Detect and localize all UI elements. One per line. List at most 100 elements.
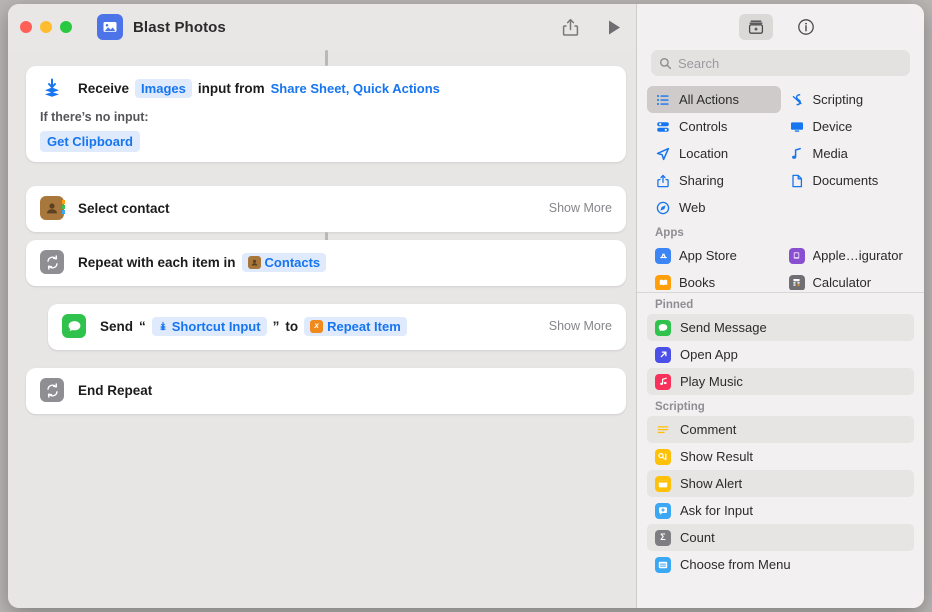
- app-label: Books: [679, 275, 716, 290]
- sidebar-toolbar: [637, 4, 924, 50]
- token-images[interactable]: Images: [135, 78, 192, 98]
- list-item-label: Comment: [680, 422, 737, 437]
- device-icon: [789, 120, 805, 134]
- category-label: Sharing: [679, 173, 724, 188]
- media-note-icon: [789, 147, 805, 161]
- app-store-icon: [655, 247, 671, 264]
- no-input-value[interactable]: Get Clipboard: [40, 131, 140, 152]
- app-label: App Store: [679, 248, 737, 263]
- list-item-count[interactable]: Σ Count: [647, 524, 914, 551]
- shortcut-editor: Blast Photos Receive Images input from S…: [8, 4, 636, 608]
- list-item-label: Choose from Menu: [680, 557, 791, 572]
- share-icon[interactable]: [562, 18, 579, 37]
- category-all-actions[interactable]: All Actions: [647, 86, 781, 113]
- token-repeat-item[interactable]: x Repeat Item: [304, 316, 407, 336]
- share-icon: [655, 174, 671, 188]
- token-contacts[interactable]: Contacts: [241, 252, 327, 272]
- workflow-canvas: Receive Images input from Share Sheet, Q…: [8, 50, 636, 608]
- app-item-books[interactable]: Books: [647, 269, 781, 290]
- action-card-send-message[interactable]: Send “ Shortcut Input ” to x Repeat Item…: [48, 304, 626, 350]
- messages-icon: [62, 314, 86, 338]
- list-item-label: Count: [680, 530, 715, 545]
- action-text: Receive Images input from Share Sheet, Q…: [78, 78, 440, 98]
- location-icon: [655, 147, 671, 161]
- category-location[interactable]: Location: [647, 140, 781, 167]
- action-row: Receive Images input from Share Sheet, Q…: [26, 66, 626, 110]
- page-title: Blast Photos: [133, 18, 226, 36]
- action-card-end-repeat[interactable]: End Repeat: [26, 368, 626, 414]
- app-label: Calculator: [812, 275, 872, 290]
- controls-icon: [655, 120, 671, 134]
- list-item-label: Ask for Input: [680, 503, 753, 518]
- category-controls[interactable]: Controls: [647, 113, 781, 140]
- list-item-play-music[interactable]: Play Music: [647, 368, 914, 395]
- shortcut-input-icon: [158, 321, 168, 331]
- calculator-icon: [788, 274, 805, 290]
- photos-icon: [97, 14, 123, 40]
- list-item-label: Open App: [680, 347, 738, 362]
- repeat-icon: [40, 250, 64, 274]
- category-documents[interactable]: Documents: [781, 167, 915, 194]
- list-item-open-app[interactable]: Open App: [647, 341, 914, 368]
- list-item-ask-for-input[interactable]: Ask for Input: [647, 497, 914, 524]
- category-label: Web: [679, 200, 706, 215]
- search-placeholder: Search: [678, 55, 720, 71]
- quote-close: ”: [272, 318, 280, 334]
- list-item-comment[interactable]: Comment: [647, 416, 914, 443]
- search-input[interactable]: Search: [651, 50, 910, 76]
- repeat-prefix: Repeat with each item in: [78, 254, 236, 270]
- list-item-choose-from-menu[interactable]: Choose from Menu: [647, 551, 914, 578]
- scripting-section-header: Scripting: [655, 401, 705, 413]
- token-shortcut-input-label: Shortcut Input: [171, 318, 261, 334]
- list-item-show-result[interactable]: Show Result: [647, 443, 914, 470]
- zoom-button[interactable]: [60, 21, 72, 33]
- token-input-sources[interactable]: Share Sheet, Quick Actions: [271, 81, 440, 96]
- choose-from-menu-icon: [655, 556, 671, 573]
- document-icon: [789, 174, 805, 188]
- category-label: Controls: [679, 119, 728, 134]
- show-result-icon: [655, 448, 671, 465]
- category-device[interactable]: Device: [781, 113, 915, 140]
- app-item-apple-configurator[interactable]: Apple…igurator: [781, 242, 915, 269]
- show-alert-icon: [655, 475, 671, 492]
- ask-for-input-icon: [655, 502, 671, 519]
- category-sharing[interactable]: Sharing: [647, 167, 781, 194]
- action-card-receive[interactable]: Receive Images input from Share Sheet, Q…: [26, 66, 626, 162]
- play-icon[interactable]: [607, 19, 622, 36]
- category-web[interactable]: Web: [647, 194, 781, 221]
- no-input-section: If there’s no input: Get Clipboard: [26, 110, 626, 152]
- app-item-app-store[interactable]: App Store: [647, 242, 781, 269]
- titlebar: Blast Photos: [8, 4, 636, 50]
- receive-prefix: Receive: [78, 80, 130, 96]
- list-item-send-message[interactable]: Send Message: [647, 314, 914, 341]
- contacts-icon: [40, 196, 65, 220]
- minimize-button[interactable]: [40, 21, 52, 33]
- close-button[interactable]: [20, 21, 32, 33]
- search-icon: [659, 57, 672, 70]
- app-item-calculator[interactable]: Calculator: [781, 269, 915, 290]
- action-text: End Repeat: [78, 383, 152, 398]
- open-app-icon: [655, 346, 671, 363]
- library-icon[interactable]: [738, 14, 773, 40]
- category-media[interactable]: Media: [781, 140, 915, 167]
- category-label: Device: [812, 119, 853, 134]
- token-contacts-label: Contacts: [264, 254, 321, 270]
- shortcuts-window: Blast Photos Receive Images input from S…: [8, 4, 924, 608]
- list-item-show-alert[interactable]: Show Alert: [647, 470, 914, 497]
- action-card-repeat[interactable]: Repeat with each item in Contacts: [26, 240, 626, 286]
- action-card-select-contact[interactable]: Select contact Show More: [26, 186, 626, 232]
- send-middle: to: [285, 318, 299, 334]
- category-scripting[interactable]: Scripting: [781, 86, 915, 113]
- token-shortcut-input[interactable]: Shortcut Input: [151, 316, 267, 336]
- info-circle-icon[interactable]: [789, 14, 823, 40]
- show-more-button[interactable]: Show More: [549, 201, 612, 215]
- apps-section-header: Apps: [655, 227, 684, 239]
- list-item-label: Send Message: [680, 320, 767, 335]
- traffic-lights: [20, 21, 72, 33]
- action-row: Select contact Show More: [26, 186, 626, 230]
- action-text: Select contact: [78, 201, 170, 216]
- titlebar-actions: [562, 18, 622, 37]
- show-more-button[interactable]: Show More: [549, 319, 612, 333]
- scripting-list: Comment Show Result Show Alert Ask for I…: [647, 416, 914, 578]
- music-icon: [655, 373, 671, 390]
